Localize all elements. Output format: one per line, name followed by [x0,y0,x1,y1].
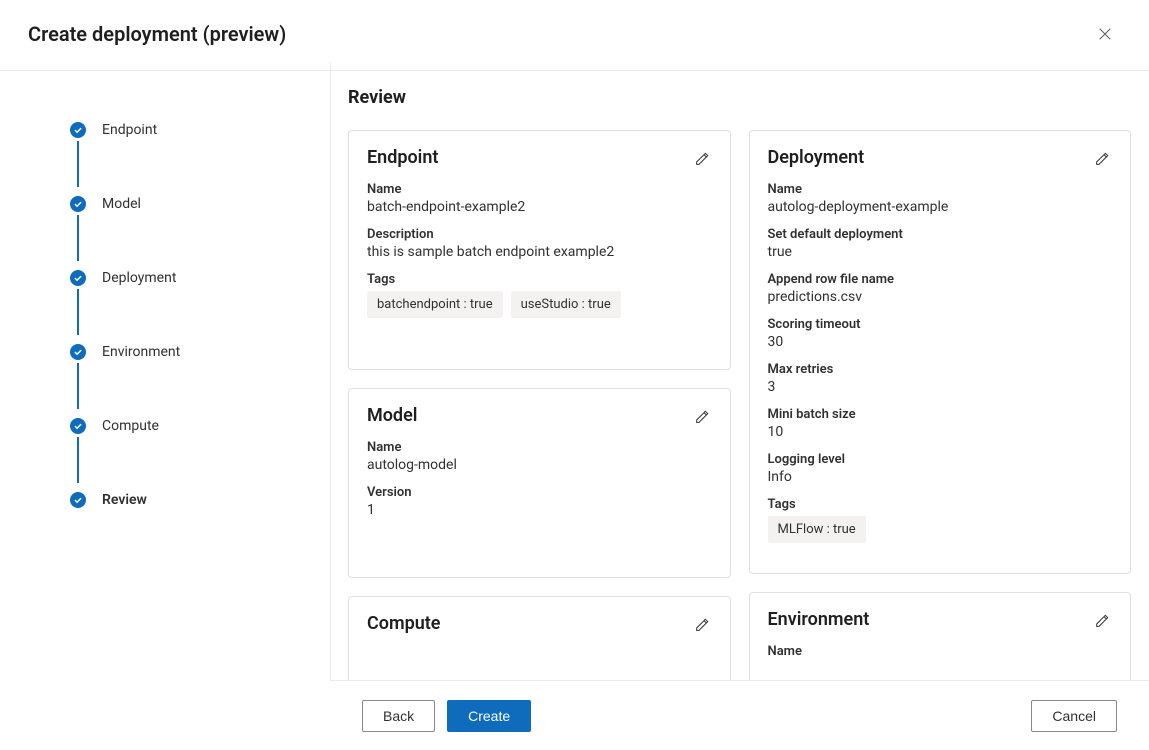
check-icon [70,196,86,212]
field-value: batch-endpoint-example2 [367,199,712,215]
pencil-icon [694,151,710,167]
field-label: Tags [367,272,712,287]
tag: MLFlow : true [768,516,866,543]
step-label: Environment [102,344,180,360]
card-model: Model Name autolog-model Version 1 [348,388,731,578]
field-label: Set default deployment [768,227,1113,242]
field-label: Name [768,182,1113,197]
tag: batchendpoint : true [367,291,503,318]
field-label: Scoring timeout [768,317,1113,332]
check-icon [70,270,86,286]
step-environment[interactable]: Environment [70,341,330,363]
field-value: this is sample batch endpoint example2 [367,244,712,260]
card-title: Environment [768,609,1113,630]
field-value: 3 [768,379,1113,395]
pencil-icon [694,409,710,425]
check-icon [70,418,86,434]
close-button[interactable] [1089,18,1121,50]
card-title: Deployment [768,147,1113,168]
review-scroll-area[interactable]: Review the deployment settings Endpoint … [330,113,1149,689]
step-label: Deployment [102,270,176,286]
edit-compute-button[interactable] [688,611,716,639]
edit-model-button[interactable] [688,403,716,431]
field-value: 1 [367,502,712,518]
step-label: Endpoint [102,122,157,138]
card-deployment: Deployment Name autolog-deployment-exampl… [749,130,1132,574]
field-value: true [768,244,1113,260]
check-icon [70,344,86,360]
step-label: Compute [102,418,159,434]
field-label: Description [367,227,712,242]
tag: useStudio : true [511,291,621,318]
field-label: Max retries [768,362,1113,377]
step-deployment[interactable]: Deployment [70,267,330,289]
step-label: Review [102,492,147,508]
check-icon [70,492,86,508]
pencil-icon [1094,151,1110,167]
card-endpoint: Endpoint Name batch-endpoint-example2 Des… [348,130,731,370]
field-label: Name [367,182,712,197]
section-title: Review [330,71,1149,108]
field-label: Name [367,440,712,455]
field-label: Mini batch size [768,407,1113,422]
edit-endpoint-button[interactable] [688,145,716,173]
dialog-title: Create deployment (preview) [28,22,286,46]
pencil-icon [694,617,710,633]
field-value: predictions.csv [768,289,1113,305]
field-label: Logging level [768,452,1113,467]
field-label: Version [367,485,712,500]
step-compute[interactable]: Compute [70,415,330,437]
card-compute: Compute [348,596,731,689]
check-icon [70,122,86,138]
field-label: Append row file name [768,272,1113,287]
card-title: Endpoint [367,147,712,168]
back-button[interactable]: Back [362,700,435,732]
pencil-icon [1094,613,1110,629]
field-value: autolog-model [367,457,712,473]
card-title: Compute [367,613,712,634]
dialog-header: Create deployment (preview) [0,0,1149,71]
edit-deployment-button[interactable] [1088,145,1116,173]
field-label: Tags [768,497,1113,512]
field-value: autolog-deployment-example [768,199,1113,215]
step-model[interactable]: Model [70,193,330,215]
field-value: 30 [768,334,1113,350]
wizard-footer: Back Create Cancel [330,680,1149,750]
card-title: Model [367,405,712,426]
step-label: Model [102,196,141,212]
field-value: Info [768,469,1113,485]
cancel-button[interactable]: Cancel [1031,700,1117,732]
close-icon [1098,27,1112,41]
wizard-stepper: Endpoint Model Deployment Environment Co… [0,71,330,689]
step-review[interactable]: Review [70,489,330,511]
create-button[interactable]: Create [447,700,531,732]
edit-environment-button[interactable] [1088,607,1116,635]
field-label: Name [768,644,1113,659]
field-value: 10 [768,424,1113,440]
step-endpoint[interactable]: Endpoint [70,119,330,141]
card-environment: Environment Name [749,592,1132,689]
